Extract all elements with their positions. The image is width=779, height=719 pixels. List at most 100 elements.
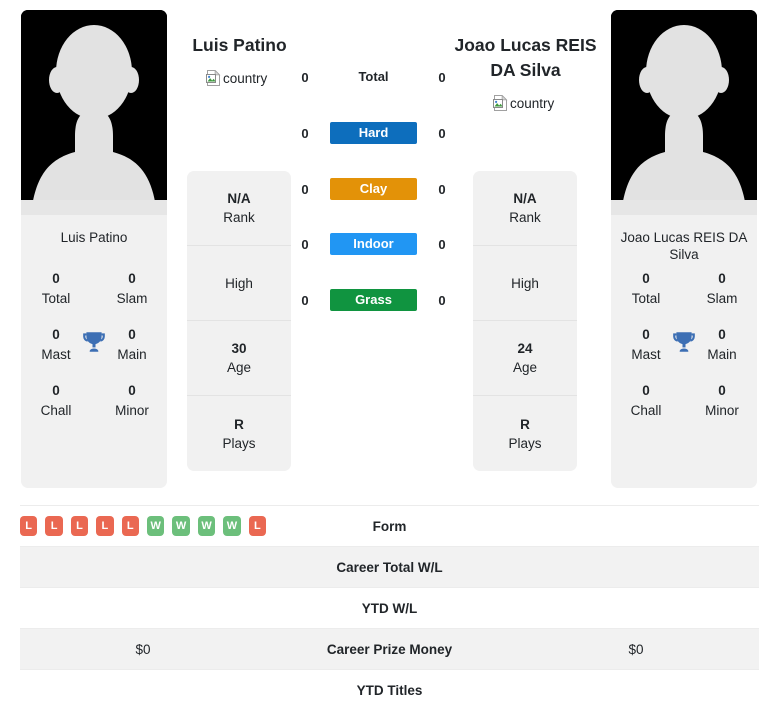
title-stat-label: Main — [117, 347, 147, 362]
form-badge-win: W — [197, 516, 216, 536]
titles-row: 0 Mast 0 Main — [611, 325, 757, 381]
title-stat-label: Chall — [630, 403, 662, 418]
country-flag-left: country — [206, 69, 268, 86]
surface-label-indoor[interactable]: Indoor — [330, 233, 417, 255]
stat-row-career-prize-money: $0 Career Prize Money $0 — [20, 628, 759, 669]
info-key: Plays — [222, 435, 256, 451]
country-flag-right: country — [493, 94, 555, 111]
stat-row-label: Career Prize Money — [326, 641, 453, 657]
title-stat-value: 0 — [642, 383, 650, 398]
broken-image-icon — [206, 69, 222, 86]
info-value: R — [520, 416, 530, 432]
info-cell-rank: N/A Rank — [473, 171, 577, 246]
form-badge-loss: L — [121, 516, 139, 536]
country-alt-text: country — [510, 95, 555, 111]
title-stat-value: 0 — [718, 271, 726, 286]
stat-row-label: Career Total W/L — [336, 559, 443, 575]
title-stat-label: Total — [631, 291, 661, 306]
form-badge-loss: L — [248, 516, 267, 536]
broken-image-icon — [493, 94, 509, 111]
title-stat-label: Slam — [706, 291, 738, 306]
title-stat-value: 0 — [128, 271, 136, 286]
title-stat-value: 0 — [128, 383, 136, 398]
surface-count-left: 0 — [301, 69, 309, 85]
title-stat-label: Minor — [115, 403, 149, 418]
title-stat: 0 Main — [101, 325, 163, 364]
info-cell-rank: N/A Rank — [187, 171, 291, 246]
title-stat-label: Chall — [40, 403, 72, 418]
title-stat-label: Mast — [41, 347, 71, 362]
surface-count-left: 0 — [301, 236, 309, 252]
info-value: N/A — [513, 191, 537, 206]
stat-right-cell: $0 — [628, 641, 644, 657]
title-stat: 0 Chall — [615, 381, 677, 420]
info-key: Age — [512, 360, 538, 375]
surface-row-total: 0 Total 0 — [296, 66, 451, 88]
country-alt-text: country — [223, 70, 268, 86]
title-stat: 0 Chall — [25, 381, 87, 420]
surface-row-clay: 0 Clay 0 — [296, 178, 451, 200]
form-badge-loss: L — [96, 516, 114, 536]
title-stat: 0 Slam — [101, 269, 163, 308]
info-key: Plays — [508, 435, 542, 451]
surface-count-right: 0 — [438, 181, 446, 197]
title-stat-label: Mast — [631, 347, 661, 362]
title-stat-label: Main — [707, 347, 737, 362]
title-stat: 0 Main — [691, 325, 753, 364]
player-name-right: Joao Lucas REIS DA Silva — [454, 35, 597, 80]
titles-row: 0 Chall 0 Minor — [21, 381, 167, 437]
surface-count-right: 0 — [438, 236, 446, 252]
stat-row-label: Form — [372, 518, 407, 534]
info-key: Rank — [509, 210, 541, 225]
title-stat: 0 Minor — [691, 381, 753, 420]
info-cell-high: High — [187, 246, 291, 321]
info-cell-high: High — [473, 246, 577, 321]
player-comparison-area: Luis Patino 0 Total 0 Slam 0 Mast 0 Main… — [0, 0, 779, 492]
player-card-right[interactable]: Joao Lucas REIS DA Silva 0 Total 0 Slam — [611, 10, 757, 488]
surface-row-indoor: 0 Indoor 0 — [296, 233, 451, 255]
title-stat: 0 Mast — [615, 325, 677, 364]
form-badges-left: LLLLLWWWWL — [19, 516, 267, 536]
form-badge-win: W — [147, 516, 165, 536]
surface-label-clay[interactable]: Clay — [330, 178, 417, 200]
form-badge-win: W — [223, 516, 241, 536]
stat-row-label: YTD Titles — [356, 682, 423, 698]
title-stat: 0 Total — [615, 269, 677, 308]
stat-left-cell: $0 — [135, 641, 151, 657]
surface-label-hard[interactable]: Hard — [330, 122, 417, 144]
surface-label-grass[interactable]: Grass — [330, 289, 417, 311]
stat-row-label: YTD W/L — [361, 600, 418, 616]
form-badge-loss: L — [45, 516, 63, 536]
stat-row-form: LLLLLWWWWL Form — [19, 505, 759, 546]
form-badge-loss: L — [19, 516, 38, 536]
title-stat: 0 Mast — [25, 325, 87, 364]
player-name-left: Luis Patino — [192, 35, 287, 55]
title-stat-label: Total — [41, 291, 71, 306]
title-stat: 0 Slam — [691, 269, 753, 308]
surface-count-left: 0 — [301, 125, 309, 141]
stat-row-career-total-wl: Career Total W/L — [20, 546, 759, 587]
surface-count-right: 0 — [438, 125, 446, 141]
surface-count-left: 0 — [301, 181, 309, 197]
info-key: Rank — [223, 210, 255, 225]
info-card-right: N/A Rank High 24 Age R Plays — [473, 171, 577, 471]
title-stat-value: 0 — [718, 327, 726, 342]
titles-row: 0 Mast 0 Main — [21, 325, 167, 381]
titles-grid-right: 0 Total 0 Slam 0 Mast 0 Main 0 Chall 0 M… — [611, 263, 757, 437]
surface-label-total: Total — [358, 69, 389, 84]
title-stat-label: Slam — [116, 291, 148, 306]
info-cell-age: 30 Age — [187, 321, 291, 396]
titles-row: 0 Chall 0 Minor — [611, 381, 757, 437]
stat-left-cell: LLLLLWWWWL — [19, 516, 267, 536]
player-card-left[interactable]: Luis Patino 0 Total 0 Slam 0 Mast 0 Main… — [21, 10, 167, 488]
title-stat-value: 0 — [642, 271, 650, 286]
info-key: High — [225, 275, 253, 291]
info-value: 24 — [517, 341, 533, 356]
title-stat-label: Minor — [705, 403, 739, 418]
player-card-name-right: Joao Lucas REIS DA Silva — [620, 230, 748, 262]
title-stat-value: 0 — [52, 327, 60, 342]
form-badge-loss: L — [70, 516, 89, 536]
player-photo-right — [611, 10, 757, 215]
surface-row-hard: 0 Hard 0 — [296, 122, 451, 144]
titles-grid-left: 0 Total 0 Slam 0 Mast 0 Main 0 Chall 0 M… — [21, 263, 167, 437]
